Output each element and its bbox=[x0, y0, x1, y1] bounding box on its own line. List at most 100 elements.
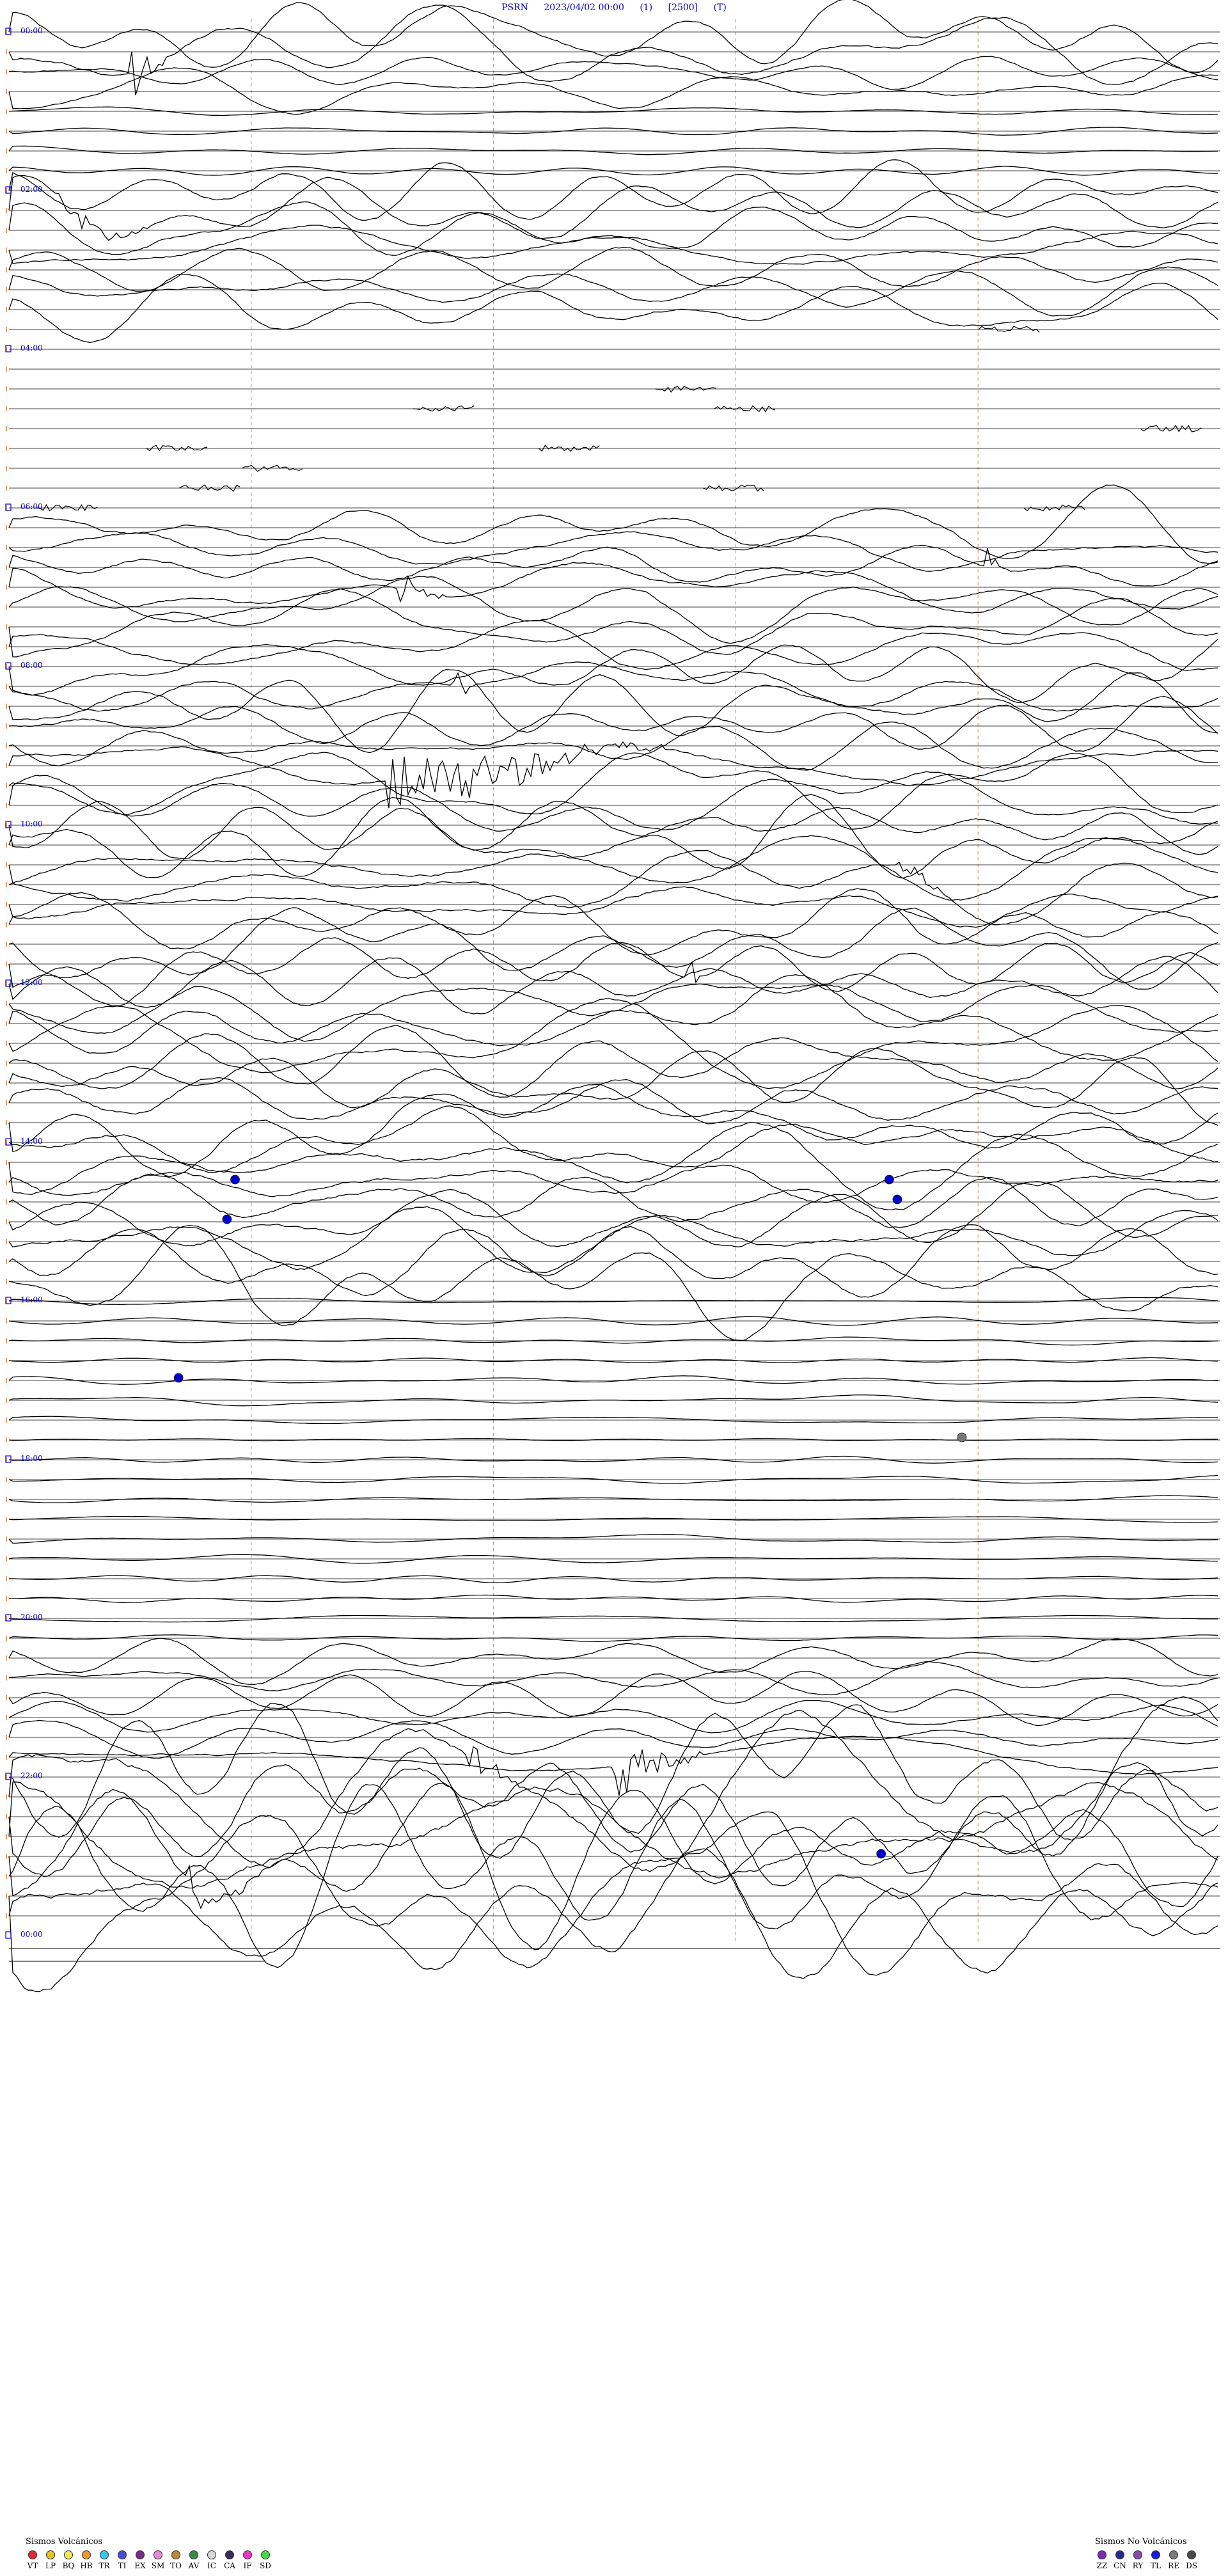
legend-volcanic-swatch bbox=[46, 2550, 55, 2559]
seismic-trace bbox=[8, 1811, 1218, 1993]
legend-nonvolcanic-title: Sismos No Volcánicos bbox=[1095, 2537, 1187, 2547]
time-label: 08:00 bbox=[20, 661, 43, 670]
legend-volcanic-swatch bbox=[171, 2550, 180, 2559]
legend-volcanic-item: TO bbox=[169, 2550, 183, 2570]
legend-volcanic-item: VT bbox=[26, 2550, 40, 2570]
legend-volcanic-label: EX bbox=[134, 2561, 146, 2570]
seismic-trace bbox=[8, 620, 1218, 671]
seismic-trace bbox=[8, 1575, 1218, 1584]
legend-volcanic-label: AV bbox=[188, 2561, 200, 2570]
legend-volcanic-swatch bbox=[136, 2550, 145, 2559]
legend-volcanic-swatch bbox=[207, 2550, 216, 2559]
time-label: 10:00 bbox=[20, 819, 43, 828]
legend-volcanic-label: TO bbox=[170, 2561, 182, 2570]
seismic-trace bbox=[8, 800, 1218, 859]
legend-nonvolcanic-item: DS bbox=[1185, 2550, 1199, 2570]
legend-volcanic-item: TI bbox=[115, 2550, 129, 2570]
event-marker bbox=[173, 1373, 184, 1383]
legend-volcanic-swatch bbox=[243, 2550, 252, 2559]
legend-volcanic-label: SD bbox=[260, 2561, 271, 2570]
legend-volcanic-label: TR bbox=[98, 2561, 110, 2570]
seismic-trace bbox=[8, 1224, 1218, 1298]
seismic-trace bbox=[8, 1615, 1218, 1623]
time-label: 16:00 bbox=[20, 1295, 43, 1304]
event-marker bbox=[222, 1214, 232, 1224]
seismic-trace bbox=[8, 1084, 1218, 1178]
seismic-trace bbox=[8, 1164, 1218, 1203]
seismic-trace bbox=[8, 1077, 1218, 1125]
time-label: 18:00 bbox=[20, 1454, 43, 1463]
seismic-trace bbox=[8, 835, 1218, 901]
event-marker bbox=[892, 1194, 902, 1205]
seismic-trace bbox=[8, 1735, 1218, 1796]
legend-volcanic-swatch bbox=[189, 2550, 198, 2559]
legend-volcanic-label: TI bbox=[118, 2561, 127, 2570]
seismic-trace bbox=[8, 562, 1218, 613]
legend-volcanic-swatch bbox=[82, 2550, 91, 2559]
time-label: 02:00 bbox=[20, 185, 43, 194]
legend-volcanic-label: SM bbox=[151, 2561, 165, 2570]
legend-volcanic-item: BQ bbox=[61, 2550, 75, 2570]
legend-nonvolcanic-swatch bbox=[1187, 2550, 1196, 2559]
seismic-trace bbox=[8, 1848, 1218, 1979]
legend-volcanic-item: SD bbox=[258, 2550, 272, 2570]
seismic-trace bbox=[8, 771, 1218, 832]
legend-volcanic-label: VT bbox=[27, 2561, 38, 2570]
seismic-trace bbox=[8, 1336, 1218, 1346]
seismic-trace bbox=[8, 956, 1218, 1015]
seismic-trace bbox=[8, 1719, 1218, 1759]
seismic-trace bbox=[8, 4, 1218, 95]
helicorder-plot: 00:00 02:00 04:00 06:00 08:00 10:00 12:00 14:00… bbox=[5, 0, 1220, 1993]
seismic-trace bbox=[8, 1495, 1218, 1503]
legend-volcanic-label: BQ bbox=[62, 2561, 75, 2570]
seismic-trace bbox=[8, 983, 1218, 1042]
legend-nonvolcanic-label: TL bbox=[1151, 2561, 1161, 2570]
legend-volcanic-item: IF bbox=[240, 2550, 255, 2570]
legend-volcanic-swatch bbox=[100, 2550, 109, 2559]
seismic-trace bbox=[8, 669, 1218, 754]
legend-nonvolcanic-swatch bbox=[1115, 2550, 1124, 2559]
seismic-trace bbox=[8, 741, 1218, 809]
seismic-trace bbox=[8, 145, 1218, 155]
seismic-trace bbox=[8, 484, 1218, 565]
time-label: 22:00 bbox=[20, 1771, 43, 1780]
seismic-trace bbox=[8, 1702, 1218, 1859]
legend-nonvolcanic-swatch bbox=[1169, 2550, 1178, 2559]
seismic-trace bbox=[8, 1048, 1218, 1126]
event-marker bbox=[884, 1174, 894, 1185]
legend-nonvolcanic-item: RE bbox=[1167, 2550, 1181, 2570]
legend-nonvolcanic-item: RY bbox=[1131, 2550, 1145, 2570]
legend-nonvolcanic-swatch bbox=[1151, 2550, 1160, 2559]
legend-volcanic-swatch bbox=[28, 2550, 37, 2559]
seismic-trace bbox=[8, 1025, 1218, 1098]
seismic-trace bbox=[8, 544, 1218, 587]
time-label: 04:00 bbox=[20, 344, 43, 352]
legend-nonvolcanic-label: RE bbox=[1168, 2561, 1179, 2570]
legend-nonvolcanic-item: CN bbox=[1113, 2550, 1127, 2570]
seismic-trace bbox=[8, 638, 1218, 704]
event-marker bbox=[230, 1174, 240, 1185]
legend-volcanic-label: IF bbox=[243, 2561, 252, 2570]
seismic-trace bbox=[8, 974, 1218, 1061]
time-label-box bbox=[5, 1931, 12, 1939]
legend-volcanic-swatch bbox=[154, 2550, 162, 2559]
time-label: 20:00 bbox=[20, 1613, 43, 1622]
seismic-trace bbox=[8, 1661, 1218, 1696]
legend-volcanic-swatch bbox=[261, 2550, 270, 2559]
seismic-trace bbox=[8, 1437, 1218, 1442]
legend-nonvolcanic-swatch bbox=[1133, 2550, 1142, 2559]
seismic-trace bbox=[8, 888, 1218, 956]
seismic-trace bbox=[8, 1357, 1218, 1363]
legend-volcanic: Sismos Volcánicos VT LP BQ HB TR TI EX SM TO AV IC… bbox=[26, 2537, 272, 2570]
time-label: 06:00 bbox=[20, 502, 43, 511]
legend-volcanic-label: CA bbox=[224, 2561, 235, 2570]
seismic-trace bbox=[8, 67, 1218, 115]
legend-nonvolcanic: Sismos No Volcánicos ZZ CN RY TL RE DS bbox=[1095, 2537, 1199, 2570]
legend-volcanic-swatch bbox=[225, 2550, 234, 2559]
legend-volcanic-item: TR bbox=[97, 2550, 111, 2570]
legend-nonvolcanic-item: ZZ bbox=[1095, 2550, 1109, 2570]
seismic-trace bbox=[8, 225, 1218, 265]
seismic-trace bbox=[8, 1206, 1218, 1274]
legend-nonvolcanic-label: CN bbox=[1114, 2561, 1126, 2570]
time-label: 00:00 bbox=[20, 26, 43, 35]
